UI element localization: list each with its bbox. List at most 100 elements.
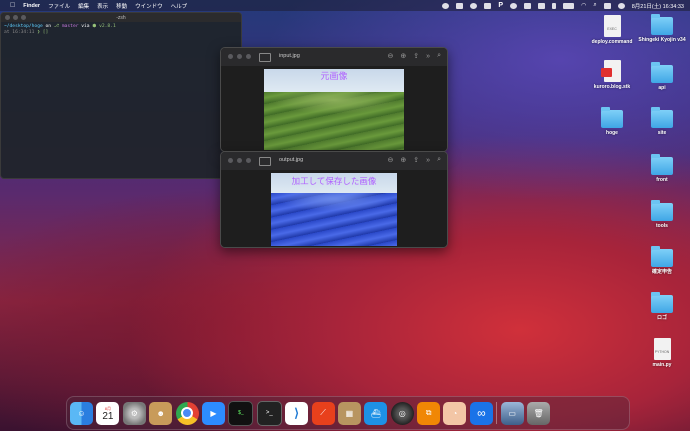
menu-bar:  Finder ファイル 編集 表示 移動 ウインドウ ヘルプ P ◠ ⌕ 8… <box>0 0 690 11</box>
zoom-out-icon[interactable]: ⊖ <box>388 156 394 164</box>
more-icon[interactable]: » <box>426 157 430 164</box>
prompt-git-branch: master <box>61 24 79 29</box>
control-center-icon[interactable] <box>603 2 611 9</box>
search-icon[interactable]: ⌕ <box>437 52 441 60</box>
search-icon[interactable]: ⌕ <box>437 156 441 164</box>
document-icon: PYTHON <box>653 338 671 360</box>
desktop-item-shingeki-kyojin[interactable]: Shingeki Kyojin v34 <box>632 14 690 43</box>
dock-separator <box>496 402 498 424</box>
preview-window-output[interactable]: output.jpg ⊖ ⊕ ⇪ » ⌕ 加工して保存した画像 <box>220 151 448 248</box>
status-bar-icon[interactable] <box>524 2 532 9</box>
vscode-icon[interactable]: ⟩ <box>285 401 309 425</box>
minimize-button[interactable] <box>237 54 242 59</box>
docker-icon[interactable]: ⛴ <box>364 401 388 425</box>
window-title: output.jpg <box>279 157 304 163</box>
prompt-on: on <box>42 24 54 29</box>
close-button[interactable] <box>5 15 10 20</box>
dock: ☺ 8月 21 ⚙ ☻ ▶ $_ >_ ⟩ ⟋ ▦ ⛴ ◎ ⧉ ◔ ∞ ▭ 🗑 <box>66 396 630 430</box>
siri-icon[interactable] <box>617 2 625 9</box>
desktop-item-api[interactable]: api <box>632 62 690 91</box>
keyboard-icon[interactable] <box>456 2 464 9</box>
system-preferences-icon[interactable]: ⚙ <box>122 401 146 425</box>
desktop-item-tools[interactable]: tools <box>632 200 690 229</box>
folder-icon <box>651 14 673 35</box>
more-icon[interactable]: » <box>426 53 430 60</box>
prompt-symbol: ❯ [] <box>37 30 49 35</box>
menu-window[interactable]: ウインドウ <box>135 2 163 10</box>
zoom-button[interactable] <box>21 15 26 20</box>
input-image: 元画像 <box>264 69 404 150</box>
zoom-button[interactable] <box>246 54 251 59</box>
menu-go[interactable]: 移動 <box>116 2 127 10</box>
wifi-icon[interactable]: ◠ <box>581 2 586 9</box>
finder-icon[interactable]: ☺ <box>70 401 93 425</box>
folder-icon <box>651 62 673 83</box>
zoom-button[interactable] <box>246 158 251 163</box>
trash-icon[interactable]: 🗑 <box>527 401 551 425</box>
desktop-item-front[interactable]: front <box>632 154 690 183</box>
menu-edit[interactable]: 編集 <box>78 2 89 10</box>
document-icon <box>600 60 621 82</box>
status-circle-icon[interactable] <box>442 2 450 9</box>
status-dot-icon[interactable] <box>470 2 478 9</box>
desktop-item-main-py[interactable]: PYTHON main.py <box>632 338 690 368</box>
close-button[interactable] <box>228 54 233 59</box>
zoom-icon[interactable]: ▶ <box>201 401 225 425</box>
zoom-in-icon[interactable]: ⊕ <box>400 52 406 60</box>
prompt-node-version: v2.8.1 <box>99 24 116 29</box>
infinity-app-icon[interactable]: ∞ <box>469 401 493 425</box>
drawio-icon[interactable]: ⧉ <box>417 401 441 425</box>
folder-icon <box>651 292 673 313</box>
sidebar-toggle-icon[interactable] <box>259 157 271 166</box>
archive-utility-icon[interactable]: ▦ <box>337 401 361 425</box>
bluetooth-icon[interactable] <box>552 2 557 9</box>
menu-app-name[interactable]: Finder <box>23 3 40 9</box>
minimize-button[interactable] <box>13 15 18 20</box>
terminal-window[interactable]: -zsh ~/desktop/hoge on ⎇ master via ⬢ v2… <box>0 12 242 179</box>
battery-icon[interactable] <box>563 2 575 9</box>
chrome-icon[interactable] <box>175 401 199 425</box>
desktop-item-logo[interactable]: ロゴ <box>632 292 690 321</box>
dropbox-icon[interactable] <box>484 2 492 9</box>
calendar-icon[interactable]: 8月 21 <box>96 401 120 425</box>
preview-window-input[interactable]: input.jpg ⊖ ⊕ ⇪ » ⌕ 元画像 <box>220 47 448 152</box>
terminal-icon[interactable]: >_ <box>256 400 282 426</box>
input-method-icon[interactable] <box>538 2 546 9</box>
folder-icon <box>651 200 673 221</box>
preview-app-icon[interactable]: ◔ <box>443 401 467 425</box>
apple-menu-icon[interactable]:  <box>10 2 15 9</box>
document-icon: EXEC <box>603 15 621 37</box>
folder-icon <box>651 154 673 175</box>
instruments-icon[interactable]: ⟋ <box>311 401 335 425</box>
search-icon[interactable]: ⌕ <box>593 2 596 9</box>
zoom-out-icon[interactable]: ⊖ <box>388 52 394 60</box>
sidebar-toggle-icon[interactable] <box>259 53 271 62</box>
activity-monitor-icon[interactable]: $_ <box>228 400 254 426</box>
menu-help[interactable]: ヘルプ <box>171 2 188 10</box>
prompt-time: at 16:34:11 <box>4 30 35 35</box>
menu-file[interactable]: ファイル <box>48 2 70 10</box>
window-title: input.jpg <box>279 53 300 59</box>
terminal-titlebar[interactable]: -zsh <box>1 13 241 22</box>
preview-titlebar[interactable]: input.jpg ⊖ ⊕ ⇪ » ⌕ <box>221 48 447 66</box>
prompt-path: ~/desktop/hoge <box>4 24 43 29</box>
desktop-item-tax-return[interactable]: 確定申告 <box>632 246 690 275</box>
contacts-icon[interactable]: ☻ <box>149 401 173 425</box>
zoom-in-icon[interactable]: ⊕ <box>400 156 406 164</box>
close-button[interactable] <box>228 158 233 163</box>
git-icon: ⎇ <box>53 24 62 29</box>
share-icon[interactable]: ⇪ <box>413 156 419 164</box>
folder-icon <box>601 107 623 128</box>
cloud-icon[interactable] <box>510 2 518 9</box>
menu-clock[interactable]: 8月21日(土) 16:34:33 <box>632 2 684 10</box>
preview-titlebar[interactable]: output.jpg ⊖ ⊕ ⇪ » ⌕ <box>221 152 447 170</box>
share-icon[interactable]: ⇪ <box>413 52 419 60</box>
desktop-item-site[interactable]: site <box>632 107 690 136</box>
menu-view[interactable]: 表示 <box>97 2 108 10</box>
folder-icon <box>651 107 673 128</box>
screenshot-app-icon[interactable]: ▭ <box>500 401 524 425</box>
minimize-button[interactable] <box>237 158 242 163</box>
terminal-content[interactable]: ~/desktop/hoge on ⎇ master via ⬢ v2.8.1 … <box>1 22 241 38</box>
p-app-icon[interactable]: P <box>498 2 503 9</box>
disk-utility-icon[interactable]: ◎ <box>390 401 414 425</box>
